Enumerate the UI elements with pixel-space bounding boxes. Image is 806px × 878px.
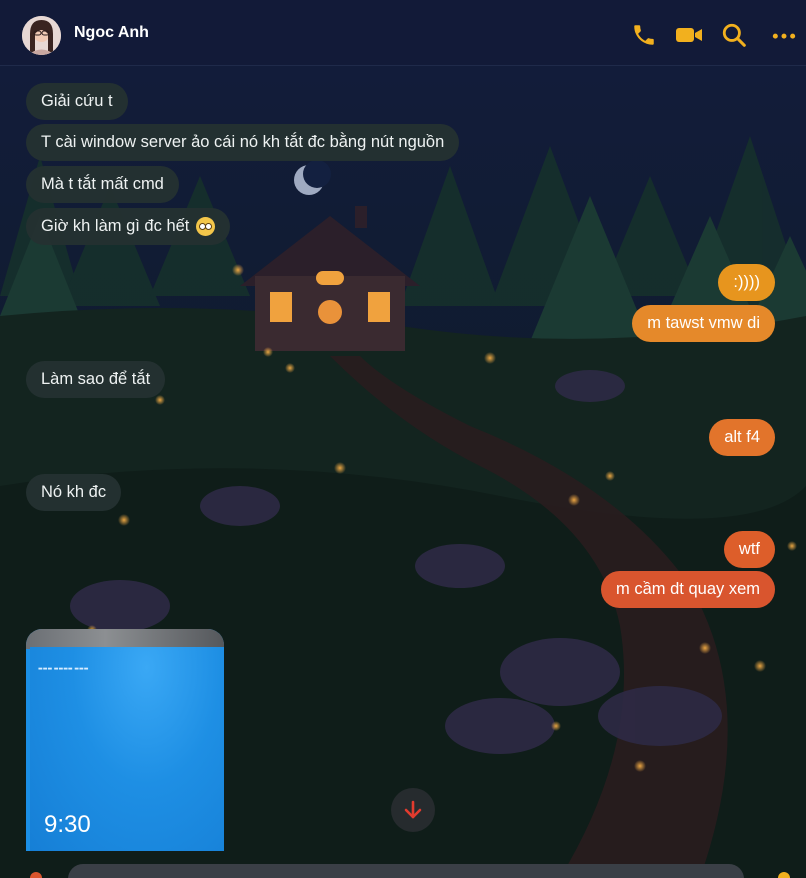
photo-top-band [26, 629, 224, 649]
message-text: m cầm dt quay xem [616, 580, 760, 598]
message-bubble-outgoing[interactable]: wtf [723, 531, 775, 568]
message-text: T cài window server ảo cái nó kh tắt đc … [41, 133, 445, 151]
message-bubble-incoming[interactable]: T cài window server ảo cái nó kh tắt đc … [26, 124, 460, 161]
message-bubble-incoming[interactable]: Nó kh đc [26, 474, 122, 511]
message-bubble-incoming[interactable]: Giờ kh làm gì đc hết [26, 208, 231, 245]
message-bubble-outgoing[interactable]: m cầm dt quay xem [601, 571, 775, 608]
composer-emoji-icon[interactable] [778, 872, 790, 878]
chat-header: Ngoc Anh [0, 0, 806, 66]
message-text: Giải cứu t [41, 92, 113, 110]
video-camera-icon[interactable] [675, 22, 703, 48]
avatar[interactable] [22, 16, 61, 55]
search-icon[interactable] [721, 22, 747, 48]
scroll-to-bottom-button[interactable] [391, 788, 435, 832]
message-bubble-incoming[interactable]: Mà t tắt mất cmd [26, 166, 179, 203]
message-text: wtf [738, 540, 760, 558]
more-options-icon[interactable] [771, 22, 797, 48]
arrow-down-icon [404, 800, 422, 819]
message-text: :)))) [733, 273, 760, 291]
message-bubble-outgoing[interactable]: alt f4 [709, 419, 775, 456]
flushed-face-icon [196, 217, 216, 236]
message-input[interactable] [68, 864, 744, 878]
photo-attachment[interactable]: ▬▬▬ ▬▬▬▬ ▬▬▬ 9:30 [26, 629, 224, 851]
chat-window: Ngoc Anh Giải cứu t T cài window server … [0, 0, 806, 878]
message-text: Giờ kh làm gì đc hết [41, 217, 190, 235]
message-bubble-outgoing[interactable]: :)))) [718, 264, 775, 301]
photo-screen-text: ▬▬▬ ▬▬▬▬ ▬▬▬ [38, 666, 89, 672]
message-text: alt f4 [724, 428, 760, 446]
photo-clock-text: 9:30 [44, 811, 91, 838]
phone-icon[interactable] [631, 22, 657, 48]
message-bubble-incoming[interactable]: Làm sao để tắt [26, 361, 166, 398]
message-text: Nó kh đc [41, 483, 107, 501]
message-text: Làm sao để tắt [41, 370, 151, 388]
contact-name[interactable]: Ngoc Anh [74, 24, 149, 42]
message-text: m tawst vmw di [647, 314, 760, 332]
message-bubble-incoming[interactable]: Giải cứu t [26, 83, 128, 120]
composer-action-icon[interactable] [30, 872, 42, 878]
avatar-photo-icon [22, 16, 61, 55]
message-text: Mà t tắt mất cmd [41, 175, 164, 193]
message-bubble-outgoing[interactable]: m tawst vmw di [632, 305, 775, 342]
